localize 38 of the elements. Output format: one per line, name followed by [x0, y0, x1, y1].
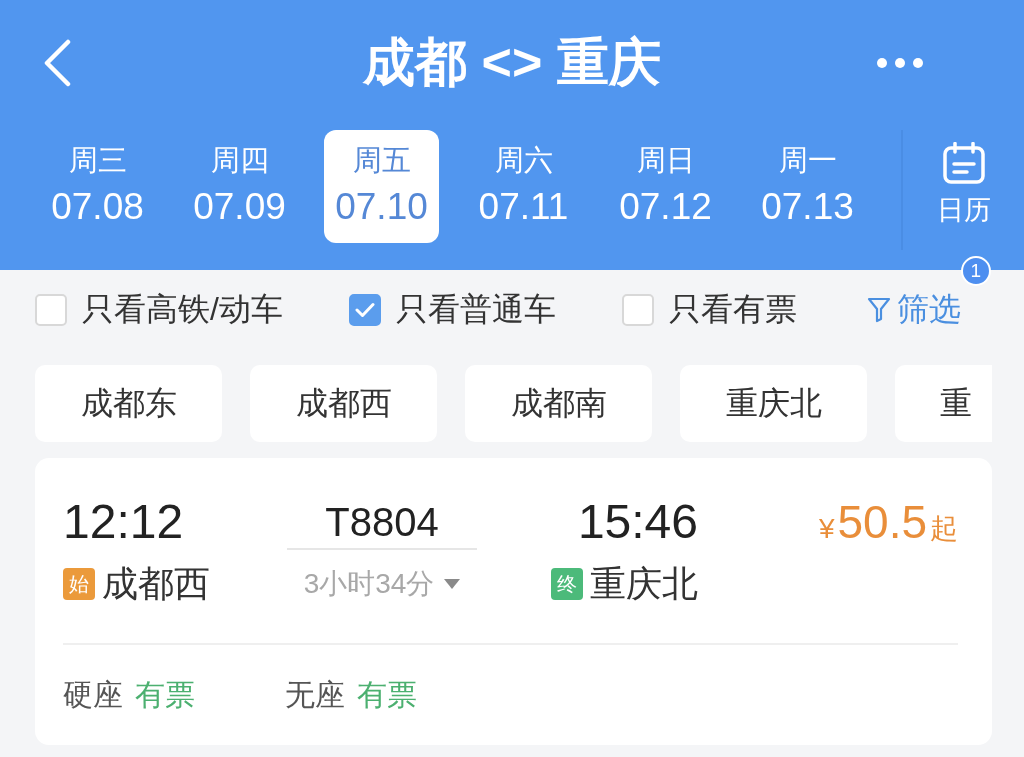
- station-name: 重庆北: [590, 564, 698, 604]
- ticket-status: 有票: [135, 677, 195, 713]
- checkmark-icon: [354, 302, 375, 318]
- date-tab[interactable]: 周日 07.12: [608, 130, 723, 243]
- station-chip[interactable]: 成都南: [465, 365, 652, 442]
- origin-badge: 始: [63, 568, 95, 600]
- filter-label[interactable]: 只看有票: [668, 288, 797, 332]
- station-chip[interactable]: 成都东: [35, 365, 222, 442]
- station-name: 成都西: [102, 564, 210, 604]
- date-tab[interactable]: 周一 07.13: [750, 130, 865, 243]
- station-chip[interactable]: 成都西: [250, 365, 437, 442]
- date-tab[interactable]: 周四 07.09: [182, 130, 297, 243]
- arrival-time: 15:46: [577, 494, 698, 550]
- seat-class: 无座: [285, 677, 345, 713]
- seat-class: 硬座: [63, 677, 123, 713]
- price-label: ¥50.5 起: [818, 495, 958, 550]
- ticket-status: 有票: [357, 677, 417, 713]
- duration-toggle[interactable]: 3小时34分: [287, 564, 477, 604]
- back-button[interactable]: [42, 39, 72, 87]
- more-icon: [876, 57, 924, 69]
- departure-time: 12:12: [63, 494, 184, 550]
- calendar-icon: [942, 142, 985, 184]
- calendar-button[interactable]: 日历: [936, 130, 991, 240]
- date-tab[interactable]: 周三 07.08: [40, 130, 155, 243]
- route-title: 成都 <> 重庆: [363, 32, 661, 93]
- chevron-left-icon: [42, 39, 72, 87]
- more-button[interactable]: [876, 57, 924, 69]
- filter-label[interactable]: 只看高铁/动车: [82, 288, 283, 332]
- checkbox[interactable]: [348, 294, 381, 326]
- station-chip[interactable]: 重: [895, 365, 992, 442]
- train-number: T8804: [287, 494, 477, 550]
- date-tab[interactable]: 周六 07.11: [466, 130, 581, 243]
- station-chip[interactable]: 重庆北: [680, 365, 867, 442]
- filter-label[interactable]: 只看普通车: [395, 288, 556, 332]
- date-tab[interactable]: 周五 07.10: [324, 130, 439, 243]
- caret-down-icon: [444, 579, 461, 589]
- terminal-badge: 终: [551, 568, 583, 600]
- filter-icon: [866, 297, 891, 323]
